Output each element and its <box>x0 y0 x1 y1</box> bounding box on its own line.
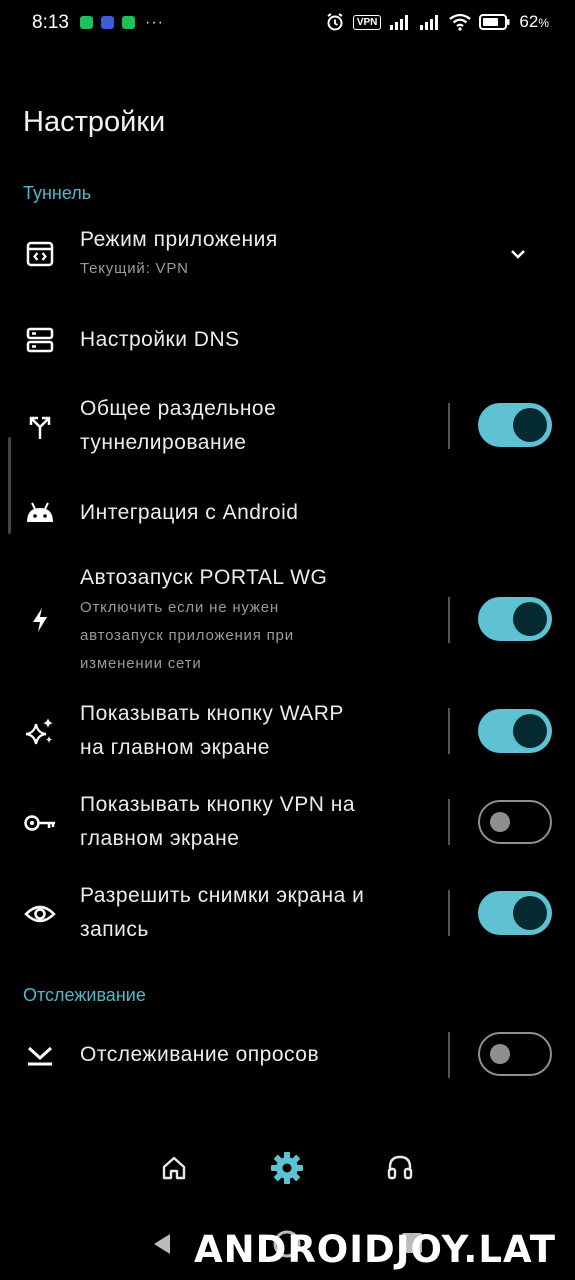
autostart-subtitle-line2: автозапуск приложения при <box>80 627 294 644</box>
app-mode-title: Режим приложения <box>80 228 278 251</box>
battery-percent: 62% <box>519 12 549 31</box>
headset-icon <box>387 1155 413 1180</box>
show-warp-title-line1: Показывать кнопку WARP <box>80 702 344 725</box>
setting-screenshots[interactable]: Разрешить снимки экрана и запись <box>0 879 575 949</box>
gear-icon <box>271 1152 303 1184</box>
key-icon <box>22 805 58 841</box>
watermark: ANDROIDJOY.LAT <box>194 1228 556 1271</box>
back-icon[interactable] <box>152 1232 172 1256</box>
scroll-indicator[interactable] <box>8 437 11 534</box>
setting-app-mode[interactable]: Режим приложения Текущий: VPN <box>0 222 575 292</box>
show-vpn-toggle[interactable] <box>478 800 552 844</box>
bolt-icon <box>22 602 58 638</box>
status-time: 8:13 <box>32 12 69 33</box>
battery-icon <box>479 14 510 30</box>
show-warp-toggle[interactable] <box>478 709 552 753</box>
wifi-icon <box>449 13 472 31</box>
autostart-subtitle-line3: изменении сети <box>80 655 202 672</box>
divider <box>448 799 450 845</box>
poll-tracking-title: Отслеживание опросов <box>80 1043 320 1066</box>
home-icon <box>162 1156 186 1180</box>
divider <box>448 890 450 936</box>
nav-settings[interactable] <box>267 1148 307 1188</box>
divider <box>448 597 450 643</box>
android-icon <box>22 495 58 531</box>
signal-icon <box>390 15 409 30</box>
nav-support[interactable] <box>380 1148 420 1188</box>
eye-icon <box>22 896 58 932</box>
split-tunnel-toggle[interactable] <box>478 403 552 447</box>
show-vpn-title-line2: главном экране <box>80 827 240 850</box>
autostart-toggle[interactable] <box>478 597 552 641</box>
show-warp-title-line2: на главном экране <box>80 736 270 759</box>
setting-split-tunnel[interactable]: Общее раздельное туннелирование <box>0 392 575 462</box>
divider <box>448 1032 450 1078</box>
split-tunnel-title-line2: туннелирование <box>80 431 247 454</box>
screenshots-title-line1: Разрешить снимки экрана и <box>80 884 365 907</box>
dns-server-icon <box>22 322 58 358</box>
dns-title: Настройки DNS <box>80 328 240 351</box>
split-arrow-icon <box>22 409 58 445</box>
bottom-nav <box>0 1140 575 1200</box>
poll-tracking-toggle[interactable] <box>478 1032 552 1076</box>
split-tunnel-title-line1: Общее раздельное <box>80 397 277 420</box>
setting-dns[interactable]: Настройки DNS <box>0 318 575 362</box>
status-bar: 8:13 ··· VPN 62% <box>0 0 575 48</box>
setting-show-warp[interactable]: Показывать кнопку WARP на главном экране <box>0 697 575 767</box>
run-notification-icon <box>122 16 135 29</box>
app-mode-subtitle: Текущий: VPN <box>80 260 189 277</box>
alarm-icon <box>327 13 343 31</box>
show-vpn-title-line1: Показывать кнопку VPN на <box>80 793 356 816</box>
signal-icon-2 <box>420 15 439 30</box>
sparkle-icon <box>22 714 58 750</box>
section-header-tunnel: Туннель <box>23 183 92 203</box>
nav-home[interactable] <box>154 1148 194 1188</box>
screenshots-title-line2: запись <box>80 918 149 941</box>
whatsapp-notification-icon <box>80 16 93 29</box>
chevron-down-icon[interactable] <box>508 244 528 264</box>
notification-icons: ··· <box>80 14 164 31</box>
more-notifications-icon: ··· <box>145 14 164 31</box>
section-header-tracking: Отслеживание <box>23 985 146 1005</box>
setting-autostart[interactable]: Автозапуск PORTAL WG Отключить если не н… <box>0 561 575 679</box>
screenshots-toggle[interactable] <box>478 891 552 935</box>
autostart-subtitle-line1: Отключить если не нужен <box>80 599 279 616</box>
setting-poll-tracking[interactable]: Отслеживание опросов <box>0 1030 575 1080</box>
setting-show-vpn[interactable]: Показывать кнопку VPN на главном экране <box>0 788 575 858</box>
android-integration-title: Интеграция с Android <box>80 501 299 524</box>
page-title: Настройки <box>23 106 166 138</box>
divider <box>448 403 450 449</box>
vpn-status-icon: VPN <box>352 14 382 30</box>
poll-check-icon <box>22 1037 58 1073</box>
status-right: VPN 62% <box>325 12 549 32</box>
divider <box>448 708 450 754</box>
autostart-title: Автозапуск PORTAL WG <box>80 566 328 589</box>
app-window-code-icon <box>22 236 58 272</box>
app-notification-icon <box>101 16 114 29</box>
setting-android-integration[interactable]: Интеграция с Android <box>0 491 575 535</box>
